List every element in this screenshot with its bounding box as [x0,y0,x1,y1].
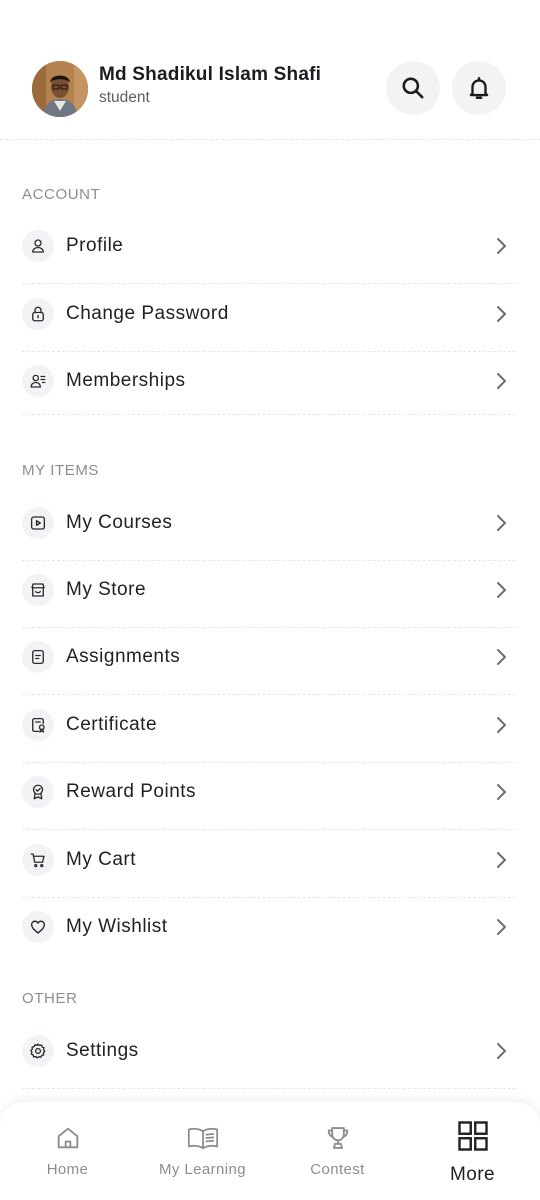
menu-item-my-store[interactable]: My Store [22,561,516,628]
chevron-right-icon [497,515,507,531]
video-icon [30,516,46,530]
menu-item-label: My Store [66,579,147,600]
gear-icon [30,1043,46,1059]
menu-item-change-password[interactable]: Change Password [22,285,516,352]
menu-item-label: My Cart [66,849,136,870]
chevron-right-icon [497,238,507,254]
menu-item-label: Settings [66,1040,139,1061]
chevron-right-icon [497,919,507,935]
chevron-right-icon [497,649,507,665]
menu-item-reward-points[interactable]: Reward Points [22,763,516,830]
menu-item-my-cart[interactable]: My Cart [22,831,516,898]
menu-item-label: Assignments [66,646,181,667]
user-name: Md Shadikul Islam Shafi [99,64,322,85]
menu-item-label: My Wishlist [66,916,168,937]
menu-item-label: Profile [66,235,124,256]
home-icon [57,1127,78,1149]
bell-icon [469,77,489,99]
search-icon [402,77,424,99]
section-divider [22,414,516,415]
nav-home[interactable]: Home [0,1102,135,1200]
document-icon [32,649,44,665]
menu-item-label: Memberships [66,370,186,391]
menu-item-my-wishlist[interactable]: My Wishlist [22,898,516,956]
award-icon [32,784,44,800]
cart-icon [30,853,45,868]
menu-item-label: Change Password [66,303,229,324]
bottom-nav: Home My Learning Contest More [0,1102,540,1200]
nav-label: Home [46,1161,89,1178]
user-role: student [99,89,150,106]
menu-item-memberships[interactable]: Memberships [22,352,516,410]
avatar[interactable] [32,61,88,117]
chevron-right-icon [497,852,507,868]
chevron-right-icon [497,306,507,322]
menu-item-assignments[interactable]: Assignments [22,628,516,695]
menu-item-label: My Courses [66,512,173,533]
menu-item-settings[interactable]: Settings [22,1022,516,1089]
section-title-my-items: MY ITEMS [22,462,100,479]
section-title-account: ACCOUNT [22,186,101,203]
menu-item-my-courses[interactable]: My Courses [22,494,516,561]
book-icon [187,1127,218,1150]
search-button[interactable] [386,61,440,115]
chevron-right-icon [497,373,507,389]
menu-item-label: Certificate [66,714,158,735]
chevron-right-icon [497,582,507,598]
store-icon [31,583,45,597]
user-list-icon [30,374,46,388]
chevron-right-icon [497,1043,507,1059]
menu-item-label: Reward Points [66,781,197,802]
chevron-right-icon [497,784,507,800]
menu-item-profile[interactable]: Profile [22,217,516,284]
nav-more[interactable]: More [405,1102,540,1200]
certificate-icon [32,717,45,733]
heart-icon [30,920,46,934]
nav-contest[interactable]: Contest [270,1102,405,1200]
nav-label: More [450,1164,495,1185]
chevron-right-icon [497,717,507,733]
lock-icon [32,306,44,322]
user-icon [32,239,44,253]
trophy-icon [327,1127,348,1149]
nav-label: Contest [310,1161,365,1178]
menu-item-certificate[interactable]: Certificate [22,696,516,763]
profile-header: Md Shadikul Islam Shafi student [0,0,540,140]
notification-button[interactable] [452,61,506,115]
grid-icon [457,1121,488,1151]
section-title-other: OTHER [22,990,78,1007]
nav-my-learning[interactable]: My Learning [135,1102,270,1200]
nav-label: My Learning [159,1161,246,1178]
